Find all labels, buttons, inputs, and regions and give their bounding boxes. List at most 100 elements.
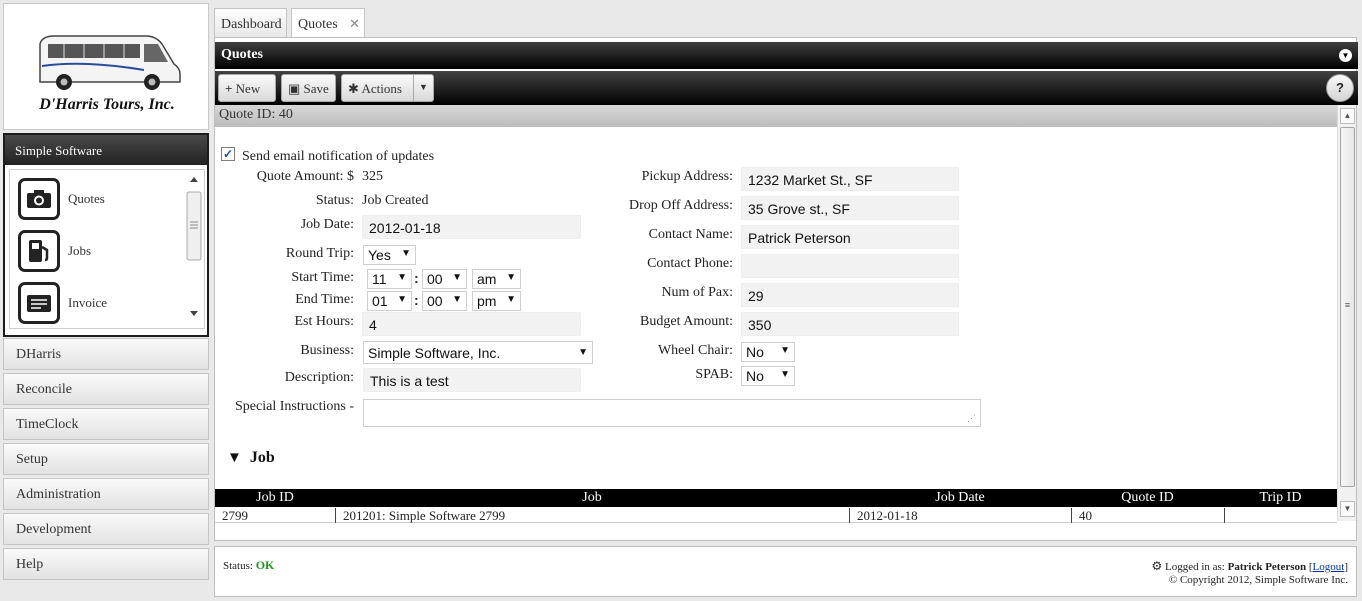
- job-date-field[interactable]: 2012-01-18: [362, 215, 581, 239]
- contact-name-label: Contact Name:: [648, 227, 733, 242]
- new-button[interactable]: + New: [218, 74, 276, 102]
- quote-id: Quote ID: 40: [215, 105, 1337, 127]
- nav-scrollbar[interactable]: [186, 172, 202, 322]
- chevron-down-icon: ▼: [452, 272, 462, 283]
- quotes-panel: Quotes ▼ + New ▣ Save ✱ Actions ▼ ? Quot…: [214, 37, 1358, 541]
- job-table: Job ID Job Job Date Quote ID Trip ID 279…: [215, 489, 1337, 523]
- table-cell: 201201: Simple Software 2799: [335, 508, 849, 523]
- resize-handle-icon[interactable]: ⋰: [967, 413, 976, 424]
- dropoff-field[interactable]: 35 Grove st., SF: [741, 196, 959, 220]
- contact-phone-label: Contact Phone:: [647, 256, 733, 271]
- spab-select[interactable]: No ▼: [741, 366, 795, 386]
- job-section-toggle[interactable]: ▼ Job: [227, 449, 275, 467]
- nav-item-label: Quotes: [68, 191, 105, 206]
- settings-gear-icon[interactable]: ⚙: [1151, 559, 1162, 573]
- content-scrollbar[interactable]: ▲ ≡ ▼: [1337, 105, 1356, 521]
- accordion-administration[interactable]: Administration: [3, 478, 209, 510]
- chevron-down-icon: ▼: [506, 272, 516, 283]
- status-bar: Status: OK ⚙ Logged in as: Patrick Peter…: [214, 546, 1357, 597]
- table-cell: 40: [1071, 508, 1224, 523]
- accordion-help[interactable]: Help: [3, 548, 209, 580]
- contact-name-field[interactable]: Patrick Peterson: [741, 225, 959, 249]
- num-pax-field[interactable]: 29: [741, 283, 959, 307]
- panel-title: Quotes: [221, 47, 263, 62]
- actions-button[interactable]: ✱ Actions ▼: [341, 74, 434, 102]
- gear-icon: ✱: [348, 81, 359, 96]
- scroll-up-icon[interactable]: ▲: [1340, 108, 1355, 124]
- nav-item-label: Jobs: [68, 243, 92, 258]
- bus-logo-icon: [39, 35, 181, 90]
- special-instructions-field[interactable]: ⋰: [363, 399, 981, 427]
- chevron-down-icon: ▼: [397, 294, 407, 305]
- round-trip-select[interactable]: Yes ▼: [363, 245, 416, 265]
- budget-field[interactable]: 350: [741, 312, 959, 336]
- camera-icon: [18, 178, 60, 220]
- accordion-timeclock[interactable]: TimeClock: [3, 408, 209, 440]
- status-value: OK: [255, 558, 275, 572]
- accordion-header-simple-software[interactable]: Simple Software: [5, 135, 207, 165]
- scroll-thumb[interactable]: ≡: [1340, 127, 1355, 487]
- save-button[interactable]: ▣ Save: [281, 74, 336, 102]
- invoice-icon: [18, 282, 60, 324]
- end-ampm-select[interactable]: pm ▼: [472, 291, 521, 311]
- help-button[interactable]: ?: [1326, 74, 1354, 102]
- business-select[interactable]: Simple Software, Inc. ▼: [363, 341, 593, 364]
- table-cell: [1224, 508, 1337, 523]
- job-section-title: Job: [249, 449, 275, 466]
- num-pax-label: Num of Pax:: [661, 285, 733, 300]
- chevron-down-icon: ▼: [452, 294, 462, 305]
- chevron-down-icon: ▼: [780, 369, 790, 380]
- start-ampm-select[interactable]: am ▼: [472, 269, 521, 289]
- logout-link[interactable]: Logout: [1313, 561, 1345, 573]
- nav-item-quotes[interactable]: Quotes: [18, 178, 168, 222]
- fuel-pump-icon: [18, 230, 60, 272]
- accordion-development[interactable]: Development: [3, 513, 209, 545]
- special-instructions-label: Special Instructions -: [235, 399, 354, 414]
- chevron-down-icon: ▼: [506, 294, 516, 305]
- close-icon[interactable]: ✕: [349, 16, 360, 32]
- collapse-icon[interactable]: ▼: [1339, 49, 1352, 62]
- session-info: ⚙ Logged in as: Patrick Peterson [Logout…: [1151, 559, 1348, 586]
- end-minute-select[interactable]: 00 ▼: [422, 291, 467, 311]
- chevron-down-icon[interactable]: ▼: [413, 75, 433, 101]
- accordion-reconcile[interactable]: Reconcile: [3, 373, 209, 405]
- description-field[interactable]: This is a test: [363, 368, 581, 392]
- tab-quotes[interactable]: Quotes ✕: [291, 8, 365, 39]
- table-header: Job ID Job Job Date Quote ID Trip ID: [215, 489, 1337, 507]
- pickup-label: Pickup Address:: [641, 169, 733, 184]
- accordion-setup[interactable]: Setup: [3, 443, 209, 475]
- start-hour-select[interactable]: 11 ▼: [367, 269, 412, 289]
- column-header[interactable]: Quote ID: [1071, 490, 1224, 506]
- email-notify-checkbox[interactable]: ✓: [221, 147, 235, 161]
- accordion-simple-software: Simple Software Quotes Jobs Invoice: [3, 133, 209, 337]
- chevron-down-icon: ▼: [397, 272, 407, 283]
- chevron-down-icon: ▼: [780, 345, 790, 356]
- table-cell: 2012-01-18: [849, 508, 1071, 523]
- panel-header: Quotes ▼: [215, 42, 1358, 69]
- column-header[interactable]: Trip ID: [1224, 490, 1337, 506]
- end-hour-select[interactable]: 01 ▼: [367, 291, 412, 311]
- company-logo: D'Harris Tours, Inc.: [3, 3, 209, 130]
- scroll-down-icon[interactable]: ▼: [1340, 501, 1355, 517]
- accordion-dharris[interactable]: DHarris: [3, 338, 209, 370]
- nav-list: Quotes Jobs Invoice: [9, 169, 205, 329]
- chevron-down-icon: ▼: [578, 347, 588, 358]
- status-indicator: Status: OK: [223, 558, 274, 573]
- start-minute-select[interactable]: 00 ▼: [422, 269, 467, 289]
- column-header[interactable]: Job: [335, 490, 849, 506]
- column-header[interactable]: Job ID: [215, 490, 335, 506]
- time-separator: :: [414, 292, 419, 308]
- copyright: © Copyright 2012, Simple Software Inc.: [1168, 574, 1348, 586]
- email-notify-label: Send email notification of updates: [242, 149, 435, 164]
- wheelchair-select[interactable]: No ▼: [741, 342, 795, 362]
- tab-dashboard[interactable]: Dashboard: [214, 8, 287, 38]
- business-label: Business:: [300, 343, 354, 358]
- column-header[interactable]: Job Date: [849, 490, 1071, 506]
- pickup-field[interactable]: 1232 Market St., SF: [741, 167, 959, 191]
- nav-item-invoice[interactable]: Invoice: [18, 282, 168, 326]
- nav-item-jobs[interactable]: Jobs: [18, 230, 168, 274]
- current-user: Patrick Peterson: [1227, 561, 1307, 573]
- contact-phone-field[interactable]: [741, 254, 959, 278]
- est-hours-field[interactable]: 4: [362, 312, 581, 336]
- start-time-label: Start Time:: [291, 270, 354, 285]
